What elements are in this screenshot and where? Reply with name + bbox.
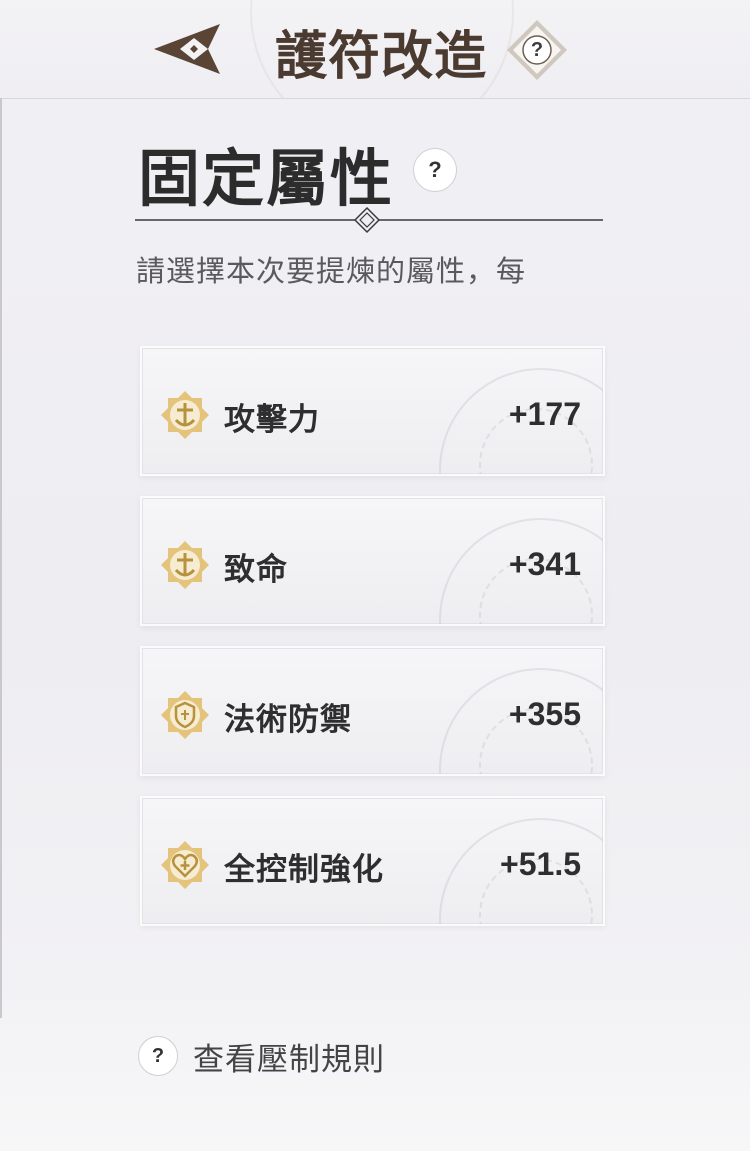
attribute-name: 法術防禦 (224, 702, 352, 737)
anchor-badge-icon (161, 541, 209, 589)
heart-cross-badge-icon (161, 841, 209, 889)
view-rules-link[interactable]: ? 查看壓制規則 (138, 1034, 385, 1078)
shield-badge-icon (161, 691, 209, 739)
help-button[interactable]: ? (505, 18, 569, 82)
attribute-name: 攻擊力 (224, 402, 320, 437)
attribute-value: +355 (508, 696, 581, 732)
attribute-value: +177 (508, 396, 581, 432)
page-title: 護符改造 (275, 26, 488, 87)
back-arrow-icon (154, 24, 220, 74)
attribute-row[interactable]: 攻擊力 +177 (140, 346, 605, 476)
top-bar: 護符改造 ? (0, 0, 750, 99)
section-subtitle: 請選擇本次要提煉的屬性，每 (136, 256, 527, 288)
attribute-name: 全控制強化 (224, 852, 384, 887)
attribute-value: +51.5 (500, 846, 581, 882)
section-help-button[interactable]: ? (413, 148, 457, 192)
attribute-name: 致命 (224, 552, 288, 587)
help-label: ? (530, 38, 544, 61)
panel-left-border (0, 98, 2, 1018)
title-divider (135, 206, 603, 234)
attribute-value: +341 (508, 546, 581, 582)
view-rules-text: 查看壓制規則 (193, 1041, 385, 1077)
attribute-row[interactable]: 法術防禦 +355 (140, 646, 605, 776)
back-button[interactable] (150, 18, 224, 80)
attribute-row[interactable]: 全控制強化 +51.5 (140, 796, 605, 926)
question-icon: ? (138, 1036, 178, 1076)
attribute-row[interactable]: 致命 +341 (140, 496, 605, 626)
attribute-list: 攻擊力 +177 致命 +341 法術防禦 +355 全控制強化 +51.5 (140, 346, 605, 946)
anchor-badge-icon (161, 391, 209, 439)
